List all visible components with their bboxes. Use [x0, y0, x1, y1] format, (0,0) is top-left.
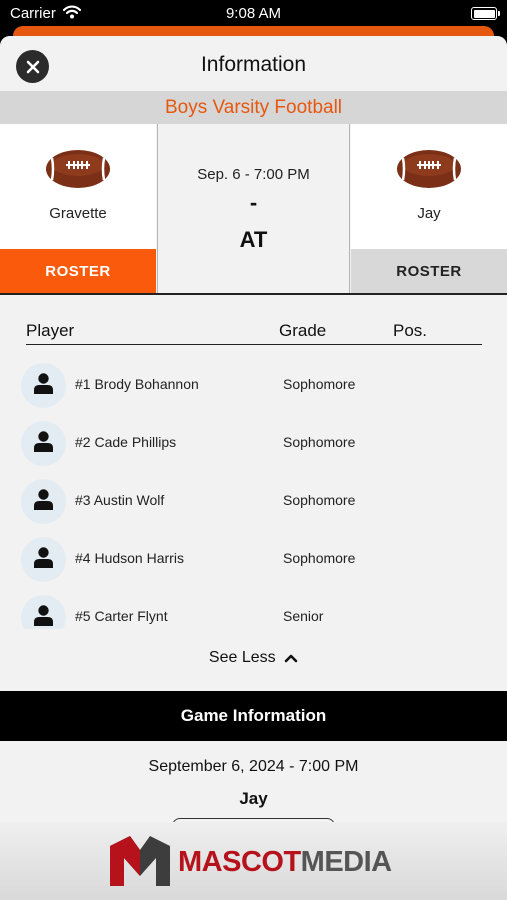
versus-label: AT — [239, 227, 268, 252]
roster-row: #4 Hudson Harris Sophomore — [0, 531, 507, 589]
player-grade: Senior — [283, 608, 324, 624]
avatar — [21, 479, 66, 524]
brand-media: MEDIA — [300, 846, 392, 878]
mascot-media-logo-icon — [110, 836, 170, 886]
avatar — [21, 421, 66, 466]
chevron-up-icon — [284, 654, 298, 663]
see-less-button[interactable]: See Less — [0, 649, 507, 667]
brand-name: MASCOTMEDIA — [178, 846, 392, 879]
game-information-header: Game Information — [0, 691, 507, 741]
roster-section: Player Grade Pos. #1 Brody Bohannon Soph… — [0, 295, 507, 691]
roster-row: #2 Cade Phillips Sophomore — [0, 415, 507, 473]
player-grade: Sophomore — [283, 376, 356, 392]
roster-header: Player Grade Pos. — [26, 321, 482, 345]
clock: 9:08 AM — [225, 5, 282, 22]
person-icon — [34, 605, 53, 626]
roster-list[interactable]: #1 Brody Bohannon Sophomore #2 Cade Phil… — [0, 357, 507, 629]
page-title: Information — [200, 53, 307, 76]
score-separator: - — [249, 190, 258, 215]
brand-mascot: MASCOT — [178, 846, 301, 878]
player-grade: Sophomore — [283, 492, 356, 508]
player-name: #4 Hudson Harris — [75, 550, 184, 566]
sheet-header: Information — [0, 36, 507, 92]
column-header-grade: Grade — [279, 321, 327, 340]
game-opponent: Jay — [239, 789, 268, 808]
roster-row: #1 Brody Bohannon Sophomore — [0, 357, 507, 415]
roster-row: #3 Austin Wolf Sophomore — [0, 473, 507, 531]
home-team-card: Gravette ROSTER — [0, 124, 156, 294]
player-grade: Sophomore — [283, 550, 356, 566]
player-grade: Sophomore — [283, 434, 356, 450]
game-full-date: September 6, 2024 - 7:00 PM — [148, 758, 359, 775]
away-team-card: Jay ROSTER — [351, 124, 507, 294]
battery-icon — [471, 7, 500, 20]
home-team-name: Gravette — [49, 205, 107, 222]
see-less-label: See Less — [208, 649, 276, 666]
column-header-position: Pos. — [393, 321, 428, 340]
roster-row: #5 Carter Flynt Senior — [0, 589, 507, 629]
home-roster-button[interactable]: ROSTER — [0, 249, 156, 294]
football-icon — [397, 150, 461, 188]
avatar — [21, 363, 66, 408]
person-icon — [34, 431, 53, 452]
information-sheet: Information Boys Varsity Football Gravet… — [0, 36, 507, 900]
status-bar: Carrier 9:08 AM — [0, 0, 507, 28]
away-team-name: Jay — [417, 205, 441, 222]
player-name: #1 Brody Bohannon — [75, 376, 199, 392]
person-icon — [34, 547, 53, 568]
game-summary: Sep. 6 - 7:00 PM - AT — [157, 124, 350, 294]
player-name: #5 Carter Flynt — [75, 608, 168, 624]
person-icon — [34, 489, 53, 510]
football-icon — [46, 150, 110, 188]
away-roster-button[interactable]: ROSTER — [351, 249, 507, 294]
avatar — [21, 595, 66, 629]
column-header-player: Player — [26, 321, 75, 340]
player-name: #3 Austin Wolf — [75, 492, 165, 508]
avatar — [21, 537, 66, 582]
sport-title: Boys Varsity Football — [0, 91, 507, 124]
footer-banner: MASCOTMEDIA — [0, 822, 507, 900]
matchup-panel: Gravette ROSTER Sep. 6 - 7:00 PM - AT Ja… — [0, 124, 507, 294]
person-icon — [34, 373, 53, 394]
game-date-time: Sep. 6 - 7:00 PM — [197, 166, 310, 183]
player-name: #2 Cade Phillips — [75, 434, 177, 450]
